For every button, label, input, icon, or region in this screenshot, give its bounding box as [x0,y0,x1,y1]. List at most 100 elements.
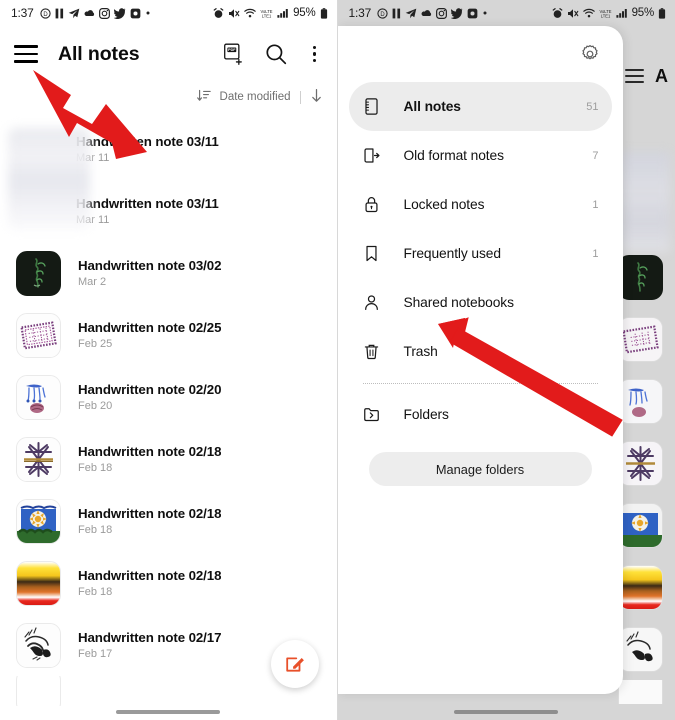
svg-text:D: D [43,11,47,17]
note-thumbnail [16,312,61,358]
signal-icon [615,8,628,18]
note-date: Mar 11 [76,214,110,226]
sidebar-item-frequently-used[interactable]: Frequently used 1 [349,229,612,278]
app-bar: All notes PDF [0,26,337,82]
sidebar-item-old-format-notes[interactable]: Old format notes 7 [349,131,612,180]
note-title: Handwritten note 02/18 [78,506,222,521]
search-icon[interactable] [263,41,289,67]
folder-arrow-icon [361,404,383,426]
note-thumbnail [618,626,663,672]
sort-bar[interactable]: Date modified [0,82,337,112]
note-date: Feb 18 [78,462,113,474]
arrow-down-icon[interactable] [310,88,323,106]
svg-text:LTE1: LTE1 [600,13,610,18]
twitter-icon [113,7,126,19]
sidebar-item-shared-notebooks[interactable]: Shared notebooks [349,278,612,327]
mute-icon [567,8,579,19]
navigation-drawer: All notes 51 Old format notes 7 Locked n… [337,26,623,694]
sidebar-item-label: Shared notebooks [403,295,515,310]
notes-list: Handwritten note 03/11 Mar 11 Handwritte… [0,112,337,706]
sidebar-item-locked-notes[interactable]: Locked notes 1 [349,180,612,229]
note-text: Handwritten note 02/18 Feb 18 [78,444,221,474]
svg-text:LTE1: LTE1 [262,13,272,18]
page-title: All notes [58,42,140,65]
list-item[interactable] [618,246,670,308]
status-bar: 1:37 D VoLTE LTE1 95% [337,0,675,26]
note-text: Handwritten note 02/18 Feb 18 [78,506,221,536]
status-bar-left: 1:37 D [11,6,151,20]
hamburger-icon[interactable] [14,41,40,67]
sidebar-item-count: 51 [586,100,599,113]
status-bar: 1:37 D VoLTE LTE1 95% [0,0,337,26]
note-title: Handwritten note 02/18 [78,568,222,583]
battery-percent: 95% [631,7,655,19]
more-options-icon[interactable] [305,43,325,65]
status-bar-right: VoLTE LTE1 95% [213,7,327,19]
note-text: Handwritten note 03/11 Mar 11 [76,196,219,226]
manage-folders-button[interactable]: Manage folders [368,452,592,486]
note-title: Handwritten note 02/18 [78,444,222,459]
table-row[interactable]: Handwritten note 03/11 Mar 11 [0,180,337,242]
hamburger-icon[interactable] [625,68,645,84]
svg-text:D: D [380,11,384,17]
note-text: Handwritten note 03/02 Mar 2 [78,258,221,288]
table-row[interactable]: Handwritten note 02/20 Feb 20 [0,366,337,428]
pause-icon [392,8,401,19]
list-item[interactable] [618,680,670,704]
note-thumbnail [16,560,61,606]
compose-note-fab[interactable] [270,640,319,688]
list-item[interactable] [618,432,670,494]
right-panel-drawer-open: 1:37 D VoLTE LTE1 95% A All notes 51 Old… [337,0,675,720]
background-notes-list [618,146,670,704]
telegram-icon [68,8,80,19]
sidebar-item-trash[interactable]: Trash [349,327,612,376]
table-row[interactable]: Handwritten note 03/11 Mar 11 [0,118,337,180]
wifi-icon [582,8,595,18]
sort-icon [196,89,211,105]
sidebar-item-label: Folders [403,407,449,422]
list-item[interactable] [618,308,670,370]
table-row[interactable]: Handwritten note 03/02 Mar 2 [0,242,337,304]
table-row[interactable]: Handwritten note 02/25 Feb 25 [0,304,337,366]
table-row[interactable]: Handwritten note 02/18 Feb 18 [0,490,337,552]
list-item[interactable] [618,618,670,680]
signal-icon [277,8,289,18]
sidebar-item-all-notes[interactable]: All notes 51 [348,82,612,131]
list-item[interactable] [618,494,670,556]
note-thumbnail [16,436,61,482]
sidebar-item-count: 7 [592,149,599,162]
lock-icon [361,194,383,216]
twitter-icon [451,7,463,19]
telegram-icon [405,8,417,19]
note-thumbnail [618,254,663,300]
sidebar-item-folders[interactable]: Folders 39 [349,390,612,439]
note-thumbnail [16,190,59,233]
left-panel-notes-list: 1:37 D VoLTE LTE1 95% All notes PDF Date… [0,0,338,720]
import-pdf-icon[interactable]: PDF [221,41,247,67]
table-row[interactable]: Handwritten note 02/18 Feb 18 [0,428,337,490]
bookmark-icon [361,243,383,265]
manage-folders-row: Manage folders [349,452,612,486]
list-item[interactable] [618,146,670,252]
note-text: Handwritten note 02/17 Feb 17 [78,630,221,660]
export-icon [361,145,383,167]
table-row[interactable]: Handwritten note 02/18 Feb 18 [0,552,337,614]
dnd-icon: D [377,7,388,19]
status-time: 1:37 [348,6,372,20]
volte-icon: VoLTE LTE1 [260,8,273,19]
note-thumbnail [16,374,61,420]
instagram-icon [98,7,110,19]
status-bar-right: VoLTE LTE1 95% [552,7,666,19]
gear-icon[interactable] [577,41,603,67]
note-text: Handwritten note 02/18 Feb 18 [78,568,221,598]
list-item[interactable] [618,370,670,432]
app-icon [467,8,478,19]
note-thumbnail [618,680,663,704]
alarm-icon [213,7,224,19]
svg-text:PDF: PDF [228,48,236,52]
list-item[interactable] [618,556,670,618]
more-dot-icon [482,10,488,16]
app-icon [130,8,141,19]
sidebar-item-label: Locked notes [403,197,485,212]
note-thumbnail [16,250,61,296]
